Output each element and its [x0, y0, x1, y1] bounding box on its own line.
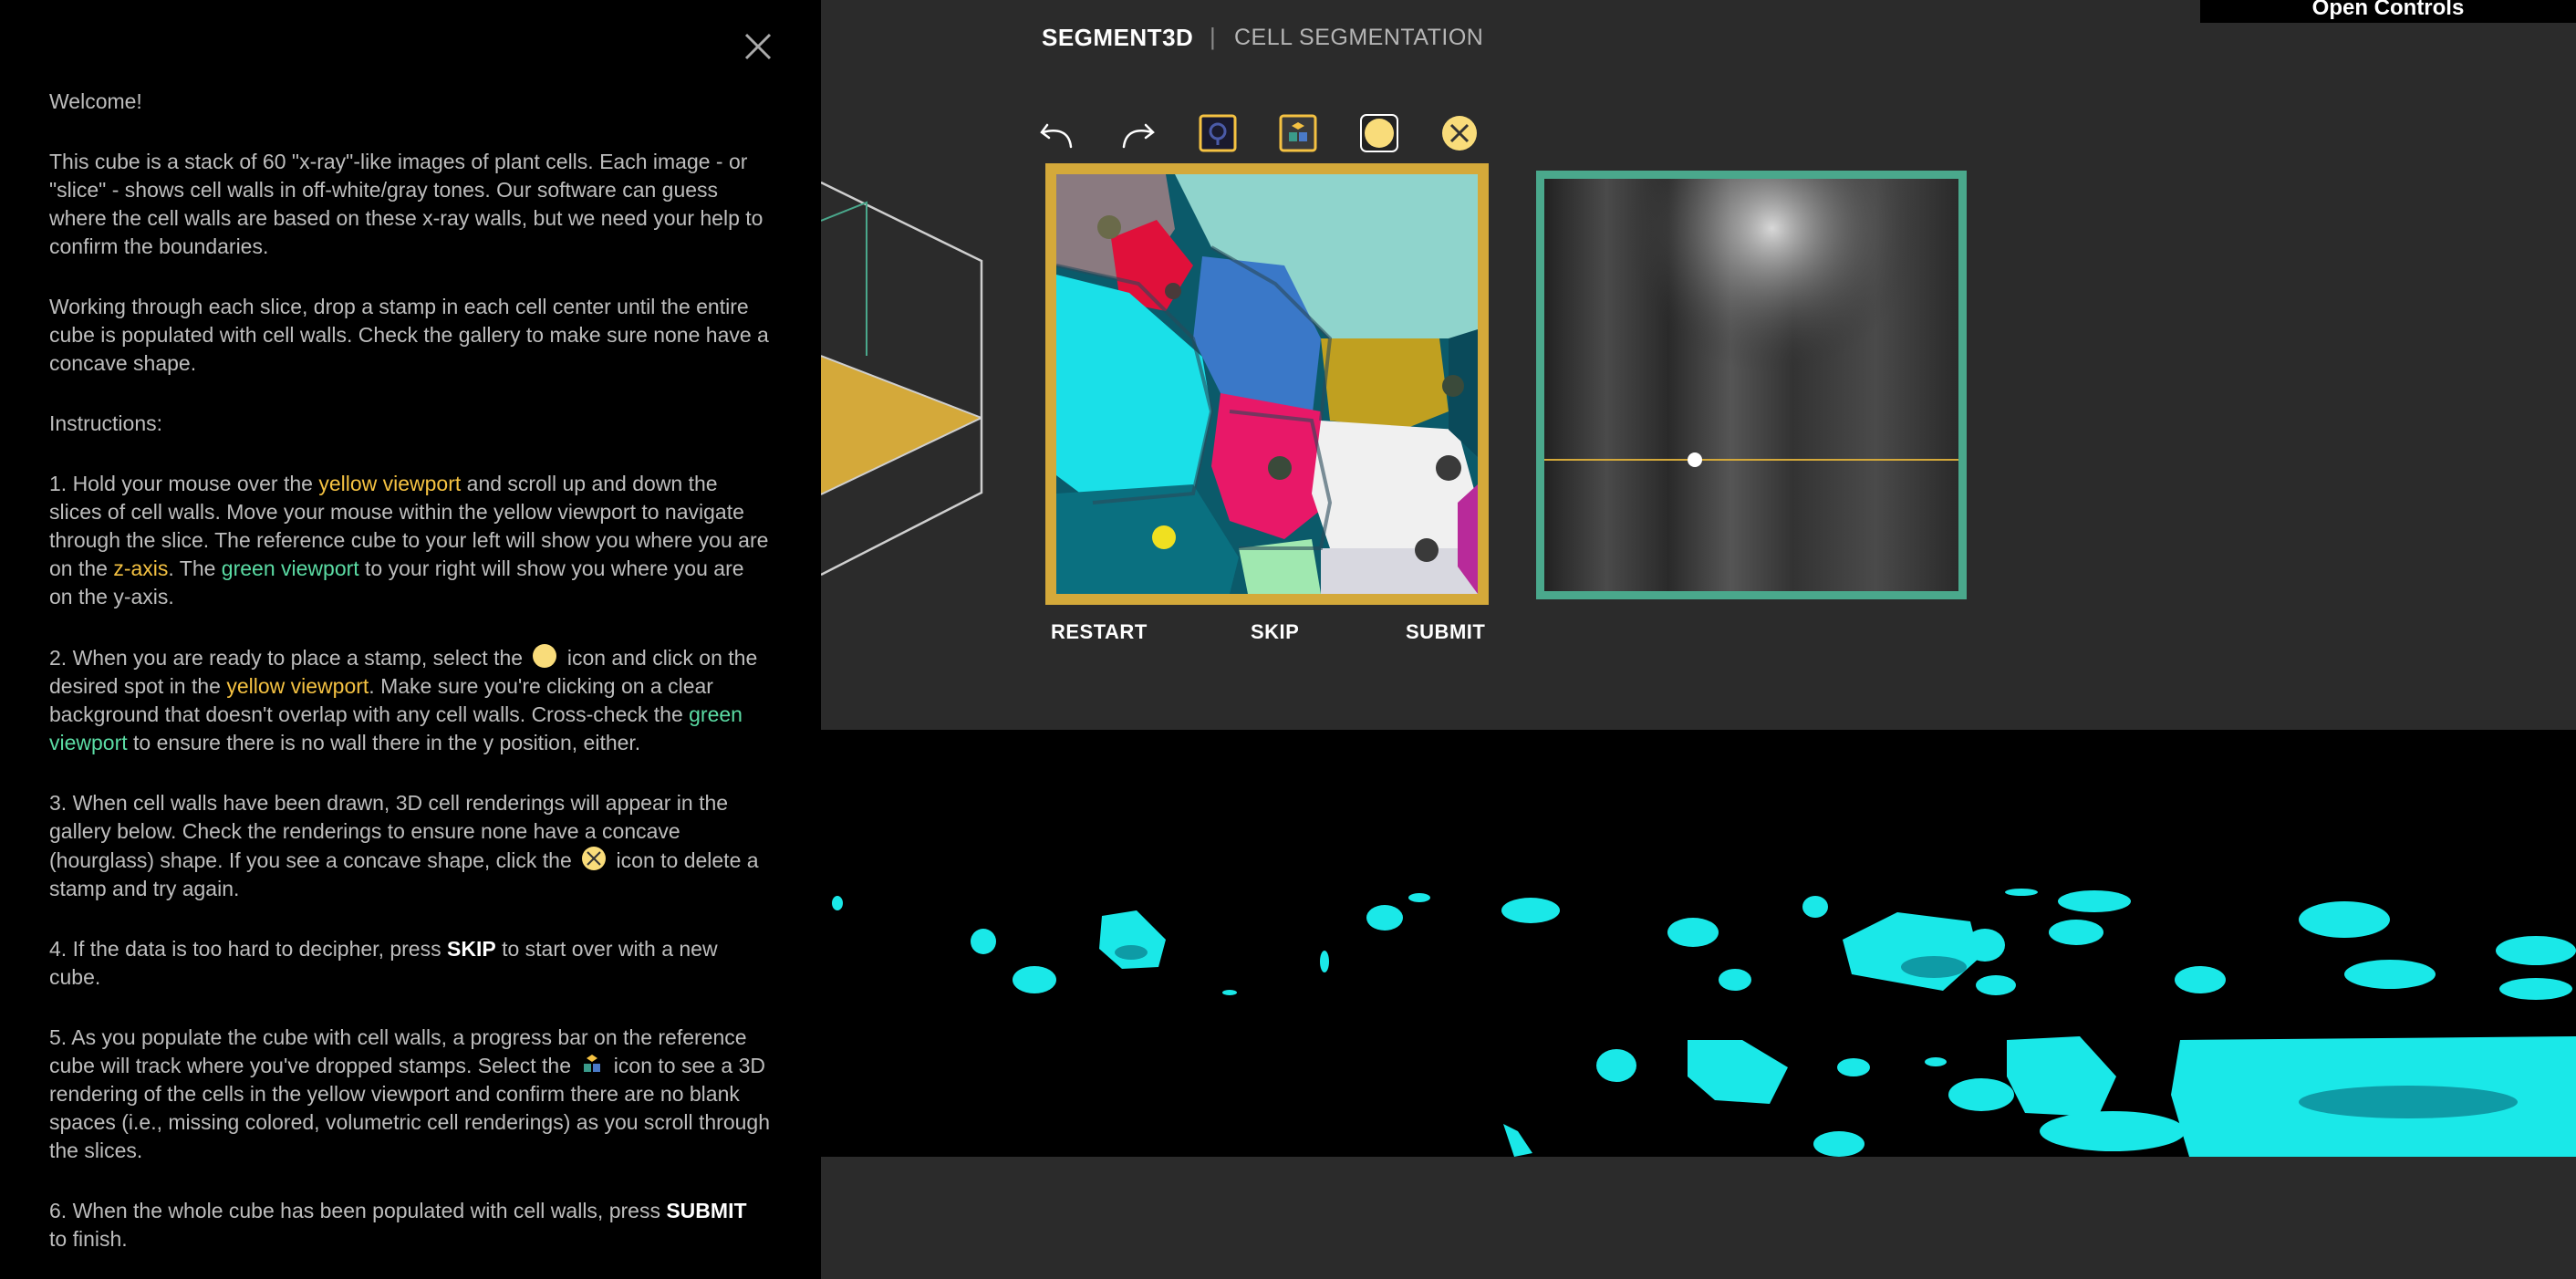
- cube-progress-slice: [821, 356, 982, 494]
- step-6: 6. When the whole cube has been populate…: [49, 1199, 747, 1251]
- 3d-render-icon[interactable]: [1279, 114, 1317, 152]
- yellow-viewport[interactable]: [1045, 163, 1489, 605]
- step-2: 2. When you are ready to place a stamp, …: [49, 643, 770, 757]
- app-brand: SEGMENT3D: [1042, 24, 1194, 51]
- instructions-heading: Instructions:: [49, 411, 162, 435]
- cell-walls-icon[interactable]: [1199, 114, 1237, 152]
- z-axis-link: z-axis: [113, 556, 169, 580]
- stamp-icon: [533, 644, 557, 668]
- undo-icon[interactable]: [1038, 114, 1076, 152]
- instructions-panel: Welcome! This cube is a stack of 60 "x-r…: [0, 0, 821, 1279]
- y-position-marker: [1688, 452, 1702, 467]
- delete-stamp-icon: [582, 847, 607, 870]
- reference-cube: [821, 181, 983, 577]
- app-subtitle: CELL SEGMENTATION: [1234, 25, 1484, 50]
- open-controls-button[interactable]: Open Controls: [2200, 0, 2576, 23]
- cell-slice-image[interactable]: [1055, 174, 1478, 594]
- intro-paragraph: This cube is a stack of 60 "x-ray"-like …: [49, 150, 763, 258]
- restart-button[interactable]: RESTART: [1051, 620, 1148, 644]
- instructions-text: Welcome! This cube is a stack of 60 "x-r…: [49, 88, 770, 1279]
- step-5: 5. As you populate the cube with cell wa…: [49, 1025, 770, 1162]
- y-axis-slice-image[interactable]: [1544, 179, 1958, 591]
- green-viewport[interactable]: [1536, 171, 1967, 599]
- working-paragraph: Working through each slice, drop a stamp…: [49, 295, 769, 375]
- 3d-render-icon: [584, 1055, 601, 1072]
- submit-button[interactable]: SUBMIT: [1406, 620, 1485, 644]
- step-4: 4. If the data is too hard to decipher, …: [49, 937, 718, 989]
- delete-stamp-icon[interactable]: [1440, 114, 1479, 152]
- step-1: 1. Hold your mouse over the yellow viewp…: [49, 472, 769, 608]
- stamp-icon[interactable]: [1360, 114, 1398, 152]
- step-3: 3. When cell walls have been drawn, 3D c…: [49, 791, 759, 900]
- app-root: SEGMENT3D | CELL SEGMENTATION Open Contr…: [0, 0, 2576, 1279]
- welcome-heading: Welcome!: [49, 89, 142, 113]
- skip-button[interactable]: SKIP: [1251, 620, 1299, 644]
- header-separator: |: [1210, 23, 1216, 50]
- close-icon[interactable]: [739, 27, 777, 66]
- green-viewport-link: green viewport: [221, 556, 359, 580]
- redo-icon[interactable]: [1118, 114, 1157, 152]
- cell-renderings-gallery: [821, 730, 2576, 1157]
- yellow-viewport-link: yellow viewport: [318, 472, 462, 495]
